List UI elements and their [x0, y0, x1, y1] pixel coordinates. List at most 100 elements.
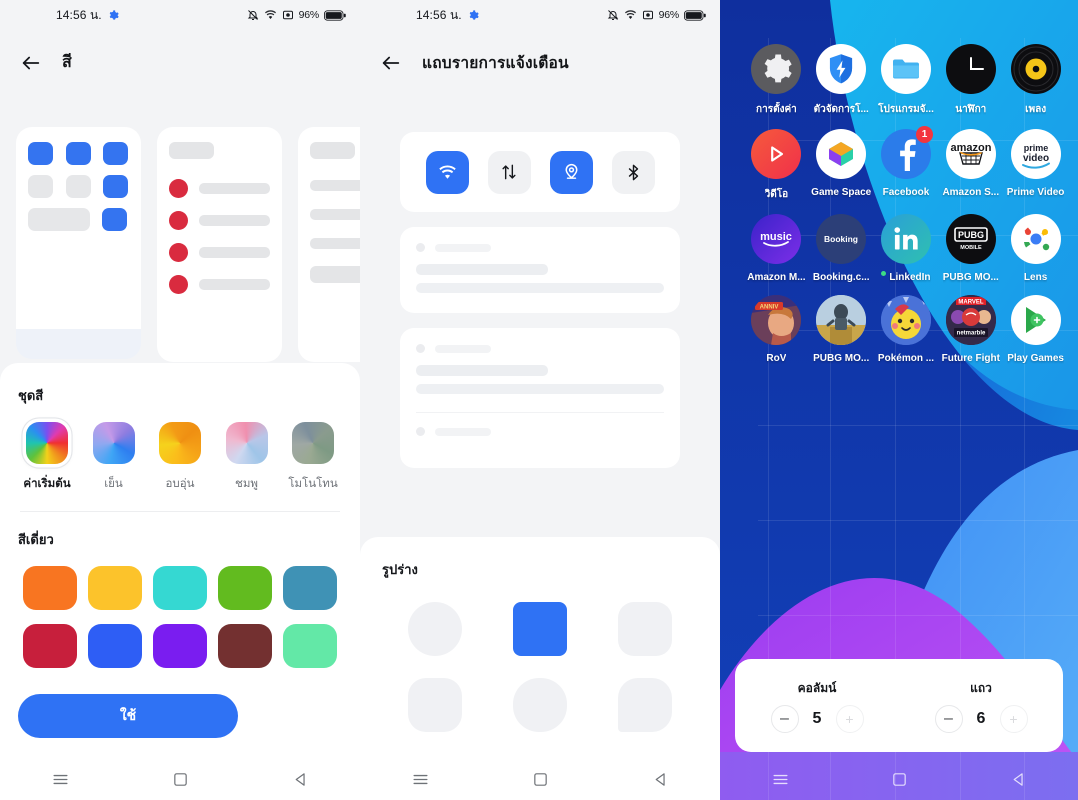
app-icon-settings[interactable]: การตั้งค่า	[744, 44, 809, 117]
app-icon-play-games[interactable]: Play Games	[1003, 295, 1068, 364]
app-label: Amazon M...	[747, 272, 806, 283]
status-bar-left: 14:56 น.	[416, 6, 479, 25]
app-icon-marvel-future-fight[interactable]: MARVEL netmarble Future Fight	[938, 295, 1003, 364]
video-play-icon	[771, 146, 784, 162]
gear-icon	[109, 9, 119, 20]
columns-decrease-button[interactable]: –	[770, 704, 799, 733]
shape-option-teardrop[interactable]	[618, 678, 673, 732]
color-swatch-green[interactable]	[217, 566, 272, 610]
mobile-data-toggle[interactable]	[487, 150, 531, 194]
shape-option-superellipse[interactable]	[512, 678, 567, 732]
home-layout-preview[interactable]	[16, 127, 141, 359]
theme-option-pink[interactable]: ชมพู	[218, 422, 276, 493]
app-icon-placeholder	[416, 243, 425, 252]
data-transfer-icon	[502, 164, 516, 180]
shape-option-circle[interactable]	[407, 602, 462, 656]
app-icon-file-manager[interactable]: โปรแกรมจั...	[874, 44, 939, 117]
status-bar-right: 96%	[607, 9, 706, 21]
recents-menu-icon[interactable]	[771, 770, 790, 789]
theme-option-warm[interactable]: อบอุ่น	[151, 422, 209, 493]
back-triangle-icon[interactable]	[1010, 771, 1027, 788]
color-swatch-purple[interactable]	[152, 624, 207, 668]
app-icon-amazon-music[interactable]: music Amazon M...	[744, 214, 809, 283]
columns-increase-button[interactable]: +	[835, 704, 864, 733]
detail-layout-preview[interactable]	[298, 127, 360, 362]
notification-skeleton-card[interactable]	[400, 227, 680, 313]
app-icon-video[interactable]: วิดีโอ	[744, 129, 809, 202]
app-label: Future Fight	[941, 353, 1000, 364]
theme-option-cool[interactable]: เย็น	[85, 422, 143, 493]
app-icon-phone-manager[interactable]: ตัวจัดการโ...	[809, 44, 874, 117]
rows-value: 6	[976, 709, 986, 727]
back-arrow-icon[interactable]	[20, 52, 42, 74]
svg-text:PUBG: PUBG	[958, 230, 984, 240]
three-phone-screenshots: 14:56 น. 96% สี ชุดสี ค่าเริ่มต้น เย็น อ…	[0, 0, 1078, 800]
music-vinyl-icon	[1013, 46, 1059, 92]
app-icon-game-space[interactable]: Game Space	[809, 129, 874, 202]
theme-option-monotone[interactable]: โมโนโทน	[284, 422, 342, 493]
app-icon-google-lens[interactable]: Lens	[1003, 214, 1068, 283]
color-swatch-mint[interactable]	[282, 624, 337, 668]
app-bar: แถบรายการแจ้งเตือน	[360, 30, 720, 75]
color-swatch-steelblue[interactable]	[282, 566, 337, 610]
shape-option-squircle[interactable]	[618, 602, 673, 656]
prime-video-icon: prime video	[1021, 143, 1050, 169]
home-square-icon[interactable]	[891, 771, 908, 788]
rows-label: แถว	[970, 680, 992, 695]
theme-swatch	[26, 422, 68, 464]
app-bar: สี	[0, 30, 360, 75]
quick-settings-preview	[400, 132, 680, 212]
app-icon-pubg-mobile[interactable]: PUBG MOBILE PUBG MO...	[938, 214, 1003, 283]
app-icon-pubg-mobile-alt[interactable]: PUBG MO...	[809, 295, 874, 364]
bluetooth-toggle[interactable]	[611, 150, 655, 194]
apply-button[interactable]: ใช้	[18, 694, 238, 738]
booking-icon: Booking	[824, 234, 858, 244]
shape-option-octagon[interactable]	[407, 678, 462, 732]
app-icon-prime-video[interactable]: prime video Prime Video	[1003, 129, 1068, 202]
screen-record-icon	[642, 10, 653, 20]
app-icon-linkedin[interactable]: LinkedIn	[874, 214, 939, 283]
app-label: RoV	[766, 353, 787, 364]
svg-text:amazon: amazon	[950, 142, 991, 154]
shape-option-rounded-square[interactable]	[512, 602, 567, 656]
notification-title-placeholder	[416, 365, 548, 376]
app-label: ตัวจัดการโ...	[813, 104, 869, 115]
svg-text:Booking: Booking	[824, 234, 858, 244]
color-swatch-blue[interactable]	[88, 624, 143, 668]
status-time: 14:56 น.	[56, 7, 102, 22]
app-icon-pokemon-go[interactable]: Pokémon ...	[874, 295, 939, 364]
recents-menu-icon[interactable]	[51, 770, 70, 789]
rows-increase-button[interactable]: +	[999, 704, 1028, 733]
wifi-toggle[interactable]	[425, 150, 469, 194]
home-square-icon[interactable]	[532, 771, 549, 788]
theme-option-default[interactable]: ค่าเริ่มต้น	[18, 422, 76, 493]
list-layout-preview[interactable]	[157, 127, 282, 362]
location-toggle[interactable]	[549, 150, 593, 194]
theme-label: อบอุ่น	[165, 478, 195, 490]
color-swatch-crimson[interactable]	[23, 624, 78, 668]
color-swatch-maroon[interactable]	[217, 624, 272, 668]
app-grid: การตั้งค่า ตัวจัดการโ... โปรแกรมจั... นา…	[744, 44, 1068, 364]
back-triangle-icon[interactable]	[292, 771, 309, 788]
app-label: Facebook	[882, 187, 930, 198]
color-swatch-turquoise[interactable]	[152, 566, 207, 610]
app-icon-booking[interactable]: Booking Booking.c...	[809, 214, 874, 283]
bell-off-icon	[607, 10, 618, 20]
rows-decrease-button[interactable]: –	[934, 704, 963, 733]
recents-menu-icon[interactable]	[411, 770, 430, 789]
theme-preview-carousel[interactable]	[16, 127, 360, 362]
theme-swatch	[292, 422, 334, 464]
app-icon-facebook[interactable]: 1 Facebook	[874, 126, 939, 202]
back-arrow-icon[interactable]	[380, 52, 402, 74]
color-swatch-orange[interactable]	[23, 566, 78, 610]
home-square-icon[interactable]	[172, 771, 189, 788]
back-triangle-icon[interactable]	[652, 771, 669, 788]
app-icon-music[interactable]: เพลง	[1003, 44, 1068, 117]
notification-skeleton-card[interactable]	[400, 328, 680, 468]
app-icon-amazon-shopping[interactable]: amazon Amazon S...	[938, 129, 1003, 202]
google-play-games-icon	[1025, 307, 1046, 333]
color-swatch-yellow[interactable]	[88, 566, 143, 610]
app-icon-clock[interactable]: นาฬิกา	[938, 44, 1003, 117]
file-manager-folder-icon	[892, 59, 919, 79]
app-icon-rov[interactable]: ANNIV RoV	[744, 295, 809, 364]
